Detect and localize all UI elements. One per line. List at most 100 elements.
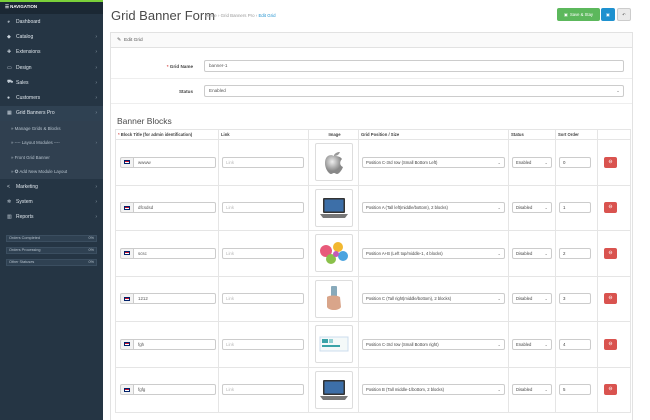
sidebar-item-label: Grid Banners Pro — [16, 110, 55, 117]
link-input[interactable]: Link — [222, 293, 304, 305]
grid-position-cell: Position C-3rd row (Small Bottom right) … — [358, 321, 509, 368]
sidebar-subitem[interactable]: » Manage Grids & Blocks — [0, 121, 103, 136]
sidebar-item-reports[interactable]: ▥ Reports › — [0, 210, 103, 225]
link-input[interactable]: Link — [222, 156, 304, 168]
grid-position-select[interactable]: Position C-3rd row (Small Bottom right) … — [362, 338, 505, 350]
sidebar-item-extensions[interactable]: ✚ Extensions › — [0, 45, 103, 60]
sort-order-input[interactable]: 2 — [559, 247, 591, 259]
sidebar-item-catalog[interactable]: ◆ Catalog › — [0, 29, 103, 44]
block-title-cell: dfcsdsd — [115, 184, 219, 231]
block-title-input[interactable]: scsc — [133, 247, 216, 259]
block-title-input[interactable]: dfcsdsd — [133, 202, 216, 214]
chevron-down-icon: ⌄ — [544, 387, 548, 393]
sidebar-subitem[interactable]: » Front Grid Banner — [0, 150, 103, 165]
block-title-cell: scsc — [115, 230, 219, 277]
status-select[interactable]: Enabled ⌄ — [204, 85, 624, 97]
sort-order-input[interactable]: 4 — [559, 338, 591, 350]
bar-chart-icon: ▥ — [7, 214, 12, 221]
sort-order-input[interactable]: 3 — [559, 293, 591, 305]
stat-label: Orders Processing — [9, 248, 41, 252]
action-cell: ⊖ — [597, 139, 631, 186]
chevron-right-icon: › — [95, 79, 97, 86]
breadcrumb-edit-grid[interactable]: Edit Grid — [258, 13, 275, 18]
block-status-select[interactable]: Disabled ⌄ — [512, 247, 552, 259]
grid-position-select[interactable]: Position B (Tall middle-1/bottom, 2 bloc… — [362, 384, 505, 396]
status-cell: Disabled ⌄ — [508, 275, 556, 322]
sidebar-item-system[interactable]: ✲ System › — [0, 194, 103, 209]
grid-position-select[interactable]: Position A (Tall left|middle/bottom), 2 … — [362, 202, 505, 214]
block-status-select[interactable]: Enabled ⌄ — [512, 156, 552, 168]
save-and-stay-button[interactable]: ▣ Save & Stay — [557, 8, 600, 21]
sidebar-subitem-label: » ---- Layout Modules ---- — [11, 140, 60, 146]
stat-value: 0% — [88, 236, 95, 240]
chevron-down-icon: ⌄ — [616, 88, 620, 93]
save-and-stay-label: Save & Stay — [569, 12, 593, 17]
table-row: wwww Link Position C-3rd row (Small Bott… — [115, 139, 631, 186]
link-input[interactable]: Link — [222, 202, 304, 214]
minus-circle-icon: ⊖ — [608, 204, 613, 211]
link-cell: Link — [218, 139, 309, 186]
sidebar-item-label: Catalog — [16, 33, 34, 40]
remove-block-button[interactable]: ⊖ — [604, 293, 617, 305]
uk-flag-icon — [120, 338, 133, 350]
hand-device-thumbnail[interactable] — [314, 279, 353, 318]
sort-order-input[interactable]: 5 — [559, 384, 591, 396]
block-status-value: Disabled — [516, 296, 533, 302]
candy-thumbnail[interactable] — [314, 234, 353, 273]
remove-block-button[interactable]: ⊖ — [604, 202, 617, 214]
sidebar-subitem[interactable]: » ✪ Add New Module Layout — [0, 164, 103, 180]
sidebar-subitem[interactable]: » ---- Layout Modules ---- › — [0, 135, 103, 151]
column-actions — [597, 129, 631, 140]
back-button[interactable]: ↶ — [617, 8, 631, 21]
block-status-select[interactable]: Enabled ⌄ — [512, 338, 552, 350]
link-input[interactable]: Link — [222, 247, 304, 259]
block-status-value: Enabled — [516, 159, 532, 165]
block-title-input[interactable]: 1212 — [133, 293, 216, 305]
breadcrumb-home[interactable]: Home — [205, 13, 217, 18]
grid-position-select[interactable]: Position C (Tall right|middle/bottom), 2… — [362, 293, 505, 305]
sidebar-item-grid-banners-pro[interactable]: ▦ Grid Banners Pro › — [0, 105, 103, 122]
chevron-right-icon: › — [95, 199, 97, 206]
web-banner-thumbnail[interactable] — [314, 325, 353, 364]
chevron-down-icon: ⌄ — [497, 341, 501, 347]
block-title-input[interactable]: fgh — [133, 338, 216, 350]
user-icon: ● — [7, 95, 11, 102]
grid-position-select[interactable]: Position C-3rd row (Small Bottom Left) ⌄ — [362, 156, 505, 168]
remove-block-button[interactable]: ⊖ — [604, 247, 617, 259]
block-title-input[interactable]: fgfg — [133, 384, 216, 396]
grid-position-select[interactable]: Position A+B (Left top/middle-1, 4 block… — [362, 247, 505, 259]
uk-flag-icon — [120, 247, 133, 259]
remove-block-button[interactable]: ⊖ — [604, 156, 617, 168]
laptop-thumbnail[interactable] — [314, 188, 353, 227]
sort-order-input[interactable]: 1 — [559, 202, 591, 214]
sidebar-item-label: Sales — [16, 79, 29, 86]
grid-name-row: * Grid Name banner-1 — [111, 54, 632, 79]
grid-name-input[interactable]: banner-1 — [204, 60, 624, 72]
link-input[interactable]: Link — [222, 338, 304, 350]
sidebar-item-design[interactable]: ▭ Design › — [0, 60, 103, 75]
laptop-thumbnail[interactable] — [314, 370, 353, 409]
block-status-select[interactable]: Disabled ⌄ — [512, 384, 552, 396]
link-input[interactable]: Link — [222, 384, 304, 396]
apple-logo-thumbnail[interactable] — [314, 143, 353, 182]
action-cell: ⊖ — [597, 321, 631, 368]
grid-position-value: Position A (Tall left|middle/bottom), 2 … — [366, 205, 448, 211]
remove-block-button[interactable]: ⊖ — [604, 338, 617, 350]
block-title-cell: 1212 — [115, 275, 219, 322]
sidebar-item-marketing[interactable]: < Marketing › — [0, 179, 103, 194]
sidebar-item-dashboard[interactable]: ◕ Dashboard — [0, 14, 103, 29]
link-cell: Link — [218, 366, 309, 413]
sort-order-input[interactable]: 0 — [559, 156, 591, 168]
save-button[interactable]: ▣ — [601, 8, 615, 21]
block-title-input[interactable]: wwww — [133, 156, 216, 168]
block-status-select[interactable]: Disabled ⌄ — [512, 202, 552, 214]
stat-label: Other Statuses — [9, 260, 35, 264]
stat-other-statuses: Other Statuses 0% — [6, 259, 97, 266]
sidebar-item-customers[interactable]: ● Customers › — [0, 90, 103, 105]
chevron-down-icon: ⌄ — [544, 159, 548, 165]
breadcrumb-grid-banners-pro[interactable]: Grid Banners Pro — [221, 13, 255, 18]
sidebar-item-sales[interactable]: ⛟ Sales › — [0, 75, 103, 90]
grid-position-value: Position C-3rd row (Small Bottom right) — [366, 341, 439, 347]
remove-block-button[interactable]: ⊖ — [604, 384, 617, 396]
block-status-select[interactable]: Disabled ⌄ — [512, 293, 552, 305]
